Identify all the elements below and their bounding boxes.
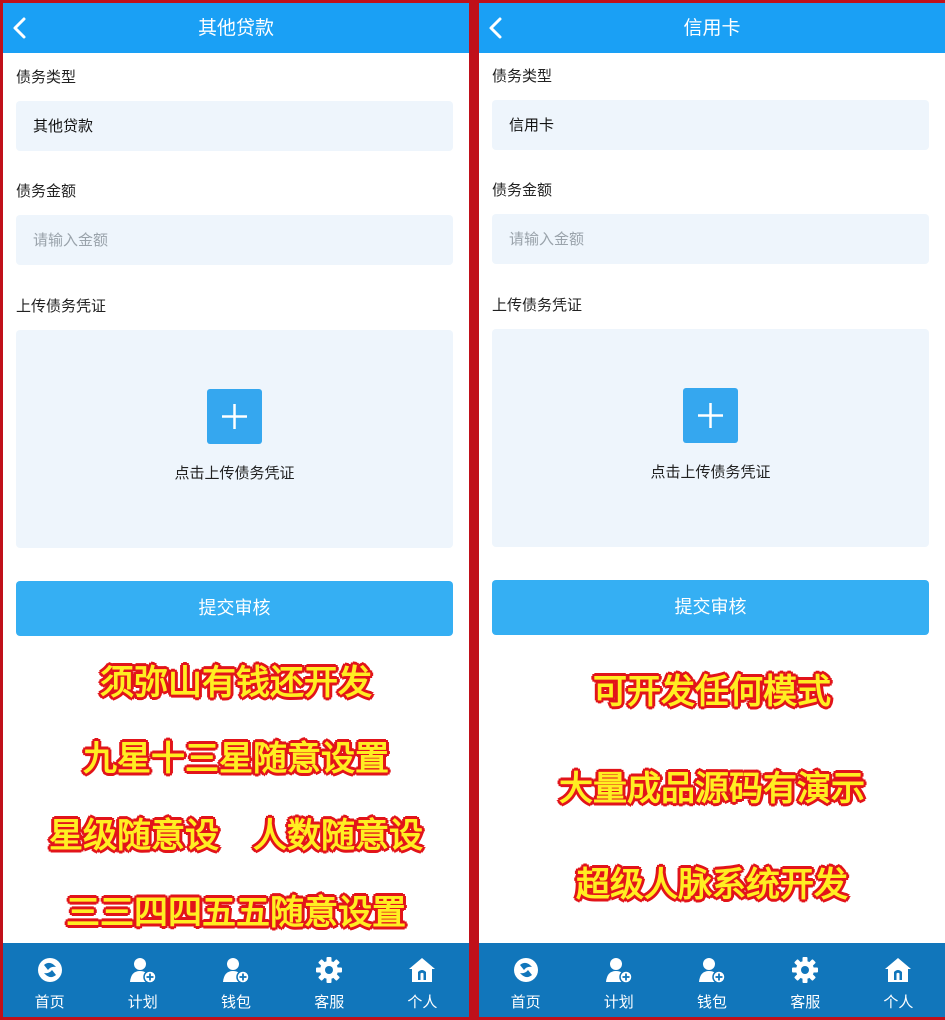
tab-home[interactable]: 首页 [3, 943, 96, 1017]
user-plus-icon [605, 958, 633, 984]
upload-hint: 点击上传债务凭证 [174, 464, 295, 482]
tab-profile[interactable]: 个人 [852, 943, 945, 1017]
gear-icon [316, 957, 343, 983]
right-panel: 信用卡 债务类型 信用卡 债务金额 请输入金额 上传债务凭证 点击上传债务凭证 … [479, 3, 945, 1017]
plus-icon [698, 403, 723, 428]
upload-hint: 点击上传债务凭证 [650, 463, 771, 481]
upload-label: 上传债务凭证 [16, 297, 107, 315]
debt-type-field[interactable]: 信用卡 [492, 100, 929, 150]
tab-home[interactable]: 首页 [479, 943, 572, 1017]
user-plus-icon [223, 958, 250, 984]
promo-text: 大量成品源码有演示 [559, 769, 865, 809]
debt-type-field[interactable]: 其他贷款 [16, 101, 453, 151]
promo-text: 可开发任何模式 [593, 672, 831, 712]
upload-label: 上传债务凭证 [492, 296, 583, 314]
tab-service[interactable]: 客服 [759, 943, 852, 1017]
home-orb-icon [513, 958, 538, 982]
header-bar: 其他贷款 [3, 3, 469, 53]
tab-label: 个人 [883, 993, 914, 1011]
promo-text: 星级随意设 人数随意设 [49, 816, 423, 856]
user-plus-icon [699, 958, 726, 984]
promo-text: 三三四四五五随意设置 [66, 893, 406, 933]
debt-amount-label: 债务金额 [16, 182, 77, 200]
tab-label: 个人 [407, 993, 438, 1011]
tab-label: 首页 [510, 993, 541, 1011]
submit-button[interactable]: 提交审核 [16, 581, 453, 636]
promo-text: 九星十三星随意设置 [83, 739, 389, 779]
tab-plan[interactable]: 计划 [572, 943, 665, 1017]
debt-amount-input[interactable]: 请输入金额 [16, 215, 453, 265]
tab-label: 钱包 [697, 993, 728, 1011]
tab-profile[interactable]: 个人 [376, 943, 469, 1017]
tab-plan[interactable]: 计划 [96, 943, 189, 1017]
debt-amount-label: 债务金额 [492, 181, 553, 199]
upload-button[interactable] [683, 388, 738, 443]
tab-service[interactable]: 客服 [283, 943, 376, 1017]
header-bar: 信用卡 [479, 3, 945, 53]
upload-area[interactable]: 点击上传债务凭证 [492, 329, 929, 547]
plus-icon [222, 404, 247, 429]
tab-wallet[interactable]: 钱包 [189, 943, 282, 1017]
page-title: 其他贷款 [197, 17, 274, 39]
upload-area[interactable]: 点击上传债务凭证 [16, 330, 453, 548]
debt-type-label: 债务类型 [492, 67, 553, 85]
tab-label: 首页 [34, 993, 65, 1011]
house-icon [409, 958, 436, 982]
tab-label: 计划 [603, 993, 634, 1011]
submit-button[interactable]: 提交审核 [492, 580, 929, 635]
tab-label: 钱包 [221, 993, 252, 1011]
bottom-tab-bar: 首页 计划 钱包 客服 个人 [3, 943, 469, 1017]
page-title: 信用卡 [683, 17, 741, 39]
house-icon [885, 958, 912, 982]
tab-wallet[interactable]: 钱包 [665, 943, 758, 1017]
home-orb-icon [37, 958, 62, 982]
debt-type-label: 债务类型 [16, 68, 77, 86]
debt-amount-input[interactable]: 请输入金额 [492, 214, 929, 264]
tab-label: 客服 [790, 993, 821, 1011]
left-panel: 其他贷款 债务类型 其他贷款 债务金额 请输入金额 上传债务凭证 点击上传债务凭… [3, 3, 469, 1017]
tab-label: 客服 [314, 993, 345, 1011]
upload-button[interactable] [207, 389, 262, 444]
user-plus-icon [129, 958, 157, 984]
gear-icon [792, 957, 819, 983]
promo-text: 须弥山有钱还开发 [100, 663, 372, 703]
tab-label: 计划 [127, 993, 158, 1011]
promo-text: 超级人脉系统开发 [576, 865, 848, 905]
bottom-tab-bar: 首页 计划 钱包 客服 个人 [479, 943, 945, 1017]
